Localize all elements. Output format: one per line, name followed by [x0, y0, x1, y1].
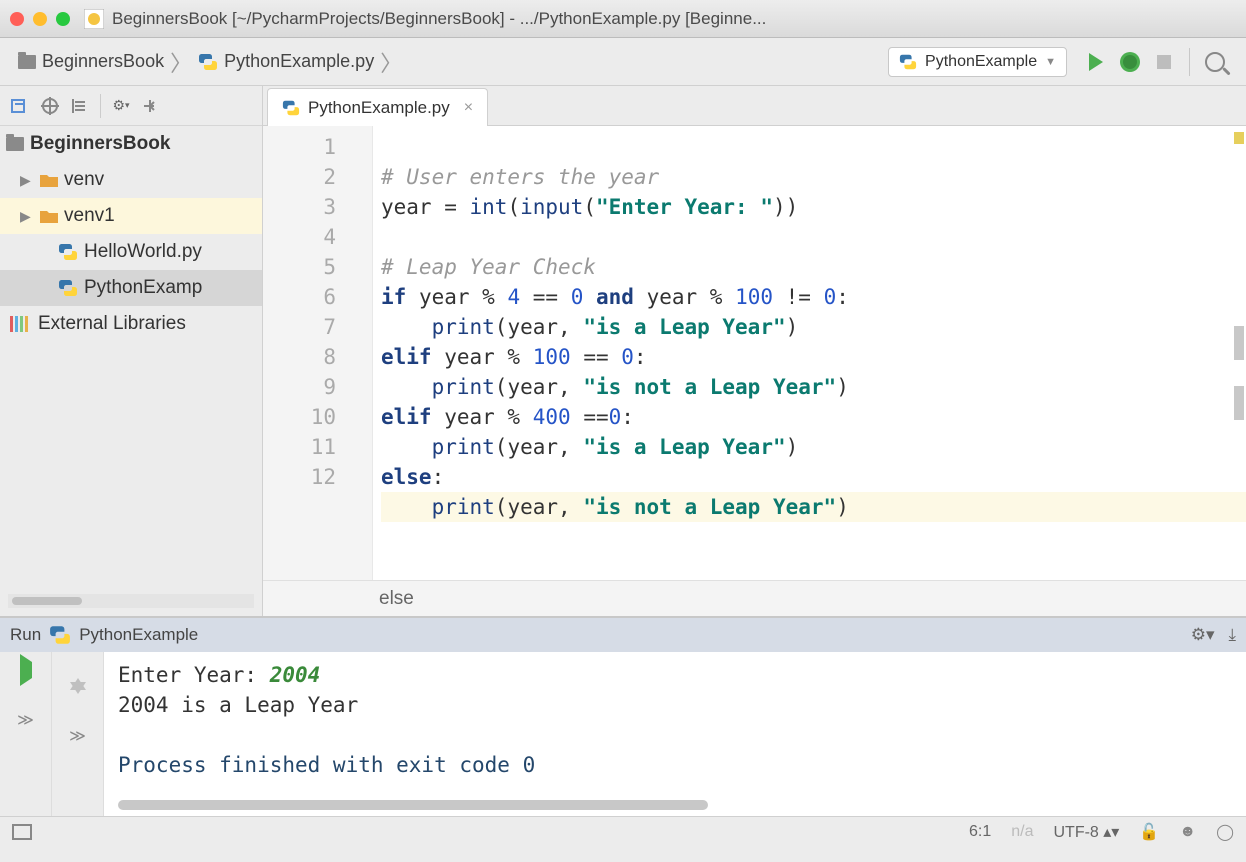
breadcrumb-file-label: PythonExample.py [224, 51, 374, 72]
run-body: ≫ ≫ Enter Year: 2004 2004 is a Leap Year… [0, 652, 1246, 816]
collapse-icon[interactable] [70, 96, 90, 116]
file-encoding[interactable]: UTF-8 ▴▾ [1053, 822, 1119, 842]
breadcrumb-file[interactable]: PythonExample.py [194, 51, 378, 72]
folder-icon [40, 173, 58, 187]
more-icon[interactable]: ≫ [69, 726, 86, 746]
expand-arrow-icon[interactable]: ▶ [20, 172, 34, 189]
run-panel-header[interactable]: Run PythonExample ⚙▾ ⤓ [0, 618, 1246, 652]
run-button[interactable] [1082, 48, 1110, 76]
code-content[interactable]: # User enters the yearyear = int(input("… [373, 126, 1246, 580]
sidebar-toolbar: ⚙▾ [0, 86, 262, 126]
python-file-icon [282, 99, 300, 117]
maximize-window-icon[interactable] [56, 12, 70, 26]
download-icon[interactable]: ⤓ [1228, 625, 1236, 645]
editor-marks [1232, 126, 1246, 580]
tree-item-pythonexample[interactable]: PythonExamp [0, 270, 262, 306]
project-sidebar: ⚙▾ BeginnersBook ▶ venv ▶ venv1 HelloWor… [0, 86, 263, 616]
arrow-down-icon [70, 682, 86, 710]
run-toolbar-nav: ≫ [52, 652, 104, 816]
hide-icon[interactable] [141, 96, 161, 116]
play-icon [20, 654, 32, 686]
status-bar: 6:1 n/a UTF-8 ▴▾ 🔓 ☻ ◯ [0, 816, 1246, 846]
python-file-icon [49, 624, 71, 646]
more-icon[interactable]: ≫ [17, 710, 34, 730]
python-file-icon [58, 278, 78, 298]
tab-label: PythonExample.py [308, 98, 450, 118]
lock-icon[interactable]: 🔓 [1139, 822, 1159, 842]
tree-label: venv1 [64, 205, 115, 227]
code-editor[interactable]: 123 456 789 101112 # User enters the yea… [263, 126, 1246, 580]
tree-label: venv [64, 169, 104, 191]
run-label: Run [10, 625, 41, 645]
breadcrumb-root[interactable]: BeginnersBook [14, 51, 168, 72]
folder-icon [18, 55, 36, 69]
run-config-selector[interactable]: PythonExample ▼ [888, 47, 1067, 77]
tree-project-root[interactable]: BeginnersBook [0, 126, 262, 162]
down-button[interactable] [70, 694, 86, 710]
tab-pythonexample[interactable]: PythonExample.py × [267, 88, 488, 126]
minimize-window-icon[interactable] [33, 12, 47, 26]
tree-item-venv[interactable]: ▶ venv [0, 162, 262, 198]
code-breadcrumb[interactable]: else [263, 580, 1246, 616]
cursor-position[interactable]: 6:1 [969, 823, 991, 841]
rerun-button[interactable] [20, 662, 32, 678]
main-area: ⚙▾ BeginnersBook ▶ venv ▶ venv1 HelloWor… [0, 86, 1246, 616]
sidebar-scrollbar[interactable] [8, 594, 254, 608]
libraries-icon [10, 316, 28, 332]
stop-icon [1157, 55, 1171, 69]
window-controls [10, 12, 70, 26]
pycharm-app-icon [84, 9, 104, 29]
console-output[interactable]: Enter Year: 2004 2004 is a Leap Year Pro… [104, 652, 1246, 816]
tool-window-icon[interactable] [12, 824, 32, 840]
breadcrumb: BeginnersBook 〉 PythonExample.py 〉 [14, 46, 404, 78]
run-config-name: PythonExample [79, 625, 198, 645]
debug-button[interactable] [1116, 48, 1144, 76]
python-file-icon [899, 53, 917, 71]
breadcrumb-root-label: BeginnersBook [42, 51, 164, 72]
python-file-icon [58, 242, 78, 262]
chevron-right-icon: 〉 [380, 46, 402, 78]
gear-icon[interactable]: ⚙▾ [111, 96, 131, 116]
console-scrollbar[interactable] [118, 800, 708, 810]
run-config-label: PythonExample [925, 53, 1037, 71]
chevron-down-icon: ▼ [1045, 56, 1056, 68]
inspector-icon[interactable]: ☻ [1179, 823, 1196, 841]
tree-item-helloworld[interactable]: HelloWorld.py [0, 234, 262, 270]
editor-area: PythonExample.py × 123 456 789 101112 # … [263, 86, 1246, 616]
python-file-icon [198, 52, 218, 72]
search-button[interactable] [1201, 48, 1229, 76]
navbar: BeginnersBook 〉 PythonExample.py 〉 Pytho… [0, 38, 1246, 86]
tree-item-venv1[interactable]: ▶ venv1 [0, 198, 262, 234]
tree-external-libs[interactable]: External Libraries [0, 306, 262, 342]
status-na: n/a [1011, 823, 1033, 841]
close-window-icon[interactable] [10, 12, 24, 26]
run-panel: Run PythonExample ⚙▾ ⤓ ≫ ≫ Enter Year: 2… [0, 616, 1246, 816]
target-icon[interactable] [40, 96, 60, 116]
folder-icon [6, 137, 24, 151]
tree-label: External Libraries [38, 313, 186, 335]
titlebar: BeginnersBook [~/PycharmProjects/Beginne… [0, 0, 1246, 38]
run-toolbar-left: ≫ [0, 652, 52, 816]
code-breadcrumb-label: else [379, 588, 414, 610]
tree-label: HelloWorld.py [84, 241, 202, 263]
editor-tabs: PythonExample.py × [263, 86, 1246, 126]
chevron-right-icon: 〉 [170, 46, 192, 78]
gutter: 123 456 789 101112 [263, 126, 373, 580]
separator [1189, 48, 1190, 76]
folder-icon [40, 209, 58, 223]
search-icon [1205, 52, 1225, 72]
scroll-from-source-icon[interactable] [10, 96, 30, 116]
project-tree[interactable]: BeginnersBook ▶ venv ▶ venv1 HelloWorld.… [0, 126, 262, 356]
close-tab-icon[interactable]: × [464, 99, 473, 117]
up-button[interactable] [70, 662, 86, 678]
stop-button[interactable] [1150, 48, 1178, 76]
gear-icon[interactable]: ⚙▾ [1191, 625, 1215, 645]
play-icon [1089, 53, 1103, 71]
expand-arrow-icon[interactable]: ▶ [20, 208, 34, 225]
project-name: BeginnersBook [30, 133, 170, 155]
window-title: BeginnersBook [~/PycharmProjects/Beginne… [112, 9, 766, 29]
tree-label: PythonExamp [84, 277, 202, 299]
feedback-icon[interactable]: ◯ [1216, 822, 1234, 842]
bug-icon [1120, 52, 1140, 72]
